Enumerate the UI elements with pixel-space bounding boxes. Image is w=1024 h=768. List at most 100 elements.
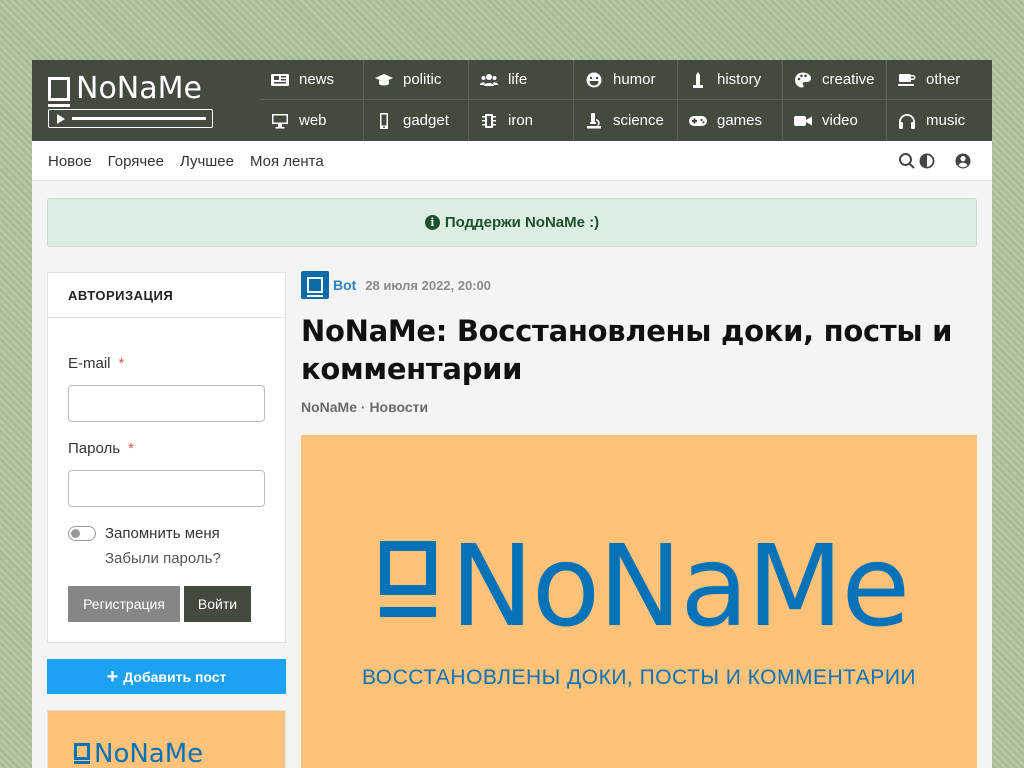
password-label: Пароль *	[68, 440, 134, 457]
banner-logo-word: NoNaMe	[94, 739, 204, 768]
graduation-cap-icon	[374, 71, 394, 89]
nav-item-label: humor	[613, 71, 656, 88]
post-title[interactable]: NoNaMe: Восстановлены доки, посты и комм…	[301, 312, 961, 388]
nav-item-web[interactable]: web	[260, 100, 364, 141]
remember-label: Запомнить меня	[105, 525, 220, 542]
monument-icon	[688, 71, 708, 89]
forgot-password-link[interactable]: Забыли пароль?	[105, 550, 221, 567]
add-post-button[interactable]: + Добавить пост	[47, 659, 286, 694]
feed-link-best[interactable]: Лучшее	[180, 153, 234, 170]
contrast-icon[interactable]	[918, 152, 936, 170]
nav-item-gadget[interactable]: gadget	[364, 100, 469, 141]
nav-item-label: iron	[508, 112, 534, 129]
nav-item-label: news	[299, 71, 335, 88]
nav-item-news[interactable]: news	[260, 60, 364, 100]
logo-box-icon	[307, 277, 323, 297]
post-author[interactable]: Bot	[333, 277, 356, 293]
coffee-icon	[897, 71, 917, 89]
nav-item-label: video	[822, 112, 858, 129]
nav-item-label: history	[717, 71, 762, 88]
logo-box-icon	[74, 743, 90, 764]
desktop-icon	[270, 112, 290, 130]
email-field[interactable]	[68, 385, 265, 422]
nav-item-science[interactable]: science	[574, 100, 678, 141]
register-button[interactable]: Регистрация	[68, 586, 180, 622]
auth-title: АВТОРИЗАЦИЯ	[48, 273, 285, 318]
nav-item-label: other	[926, 71, 961, 88]
login-button[interactable]: Войти	[184, 586, 251, 622]
required-mark: *	[128, 440, 134, 457]
support-notice[interactable]: i Поддержи NoNaMe :)	[47, 198, 977, 247]
add-post-label: Добавить пост	[123, 668, 227, 685]
nav-item-life[interactable]: life	[469, 60, 574, 100]
nav-item-label: creative	[822, 71, 875, 88]
nav-item-label: games	[717, 112, 763, 129]
nav-item-label: politic	[403, 71, 442, 88]
nav-item-label: music	[926, 112, 966, 129]
plus-icon: +	[106, 665, 119, 688]
feed-link-hot[interactable]: Горячее	[108, 153, 164, 170]
post-categories[interactable]: NoNaMe · Новости	[301, 399, 428, 415]
newspaper-icon	[270, 71, 290, 89]
nav-item-label: gadget	[403, 112, 449, 129]
remember-toggle[interactable]	[68, 526, 96, 541]
site-header: NoNaMe news politic life humor history c…	[32, 60, 992, 141]
video-camera-icon	[793, 112, 813, 130]
nav-item-humor[interactable]: humor	[574, 60, 678, 100]
feed-link-my-feed[interactable]: Моя лента	[250, 153, 324, 170]
nav-item-politic[interactable]: politic	[364, 60, 469, 100]
memory-icon	[479, 112, 499, 130]
headphones-icon	[897, 112, 917, 130]
notice-text: Поддержи NoNaMe :)	[444, 214, 600, 231]
palette-icon	[793, 71, 813, 89]
email-label: E-mail *	[68, 355, 124, 372]
nav-item-other[interactable]: other	[887, 60, 992, 100]
nav-item-video[interactable]: video	[783, 100, 887, 141]
password-field[interactable]	[68, 470, 265, 507]
progress-bar	[72, 117, 206, 120]
nav-item-games[interactable]: games	[678, 100, 783, 141]
avatar[interactable]	[301, 271, 329, 299]
logo-box-icon	[48, 77, 70, 107]
users-icon	[479, 71, 499, 89]
category-nav: news politic life humor history creative	[260, 60, 992, 141]
site-container: NoNaMe news politic life humor history c…	[32, 60, 992, 768]
auth-panel: АВТОРИЗАЦИЯ E-mail * Пароль * Запомнить ме…	[47, 272, 286, 643]
nav-item-creative[interactable]: creative	[783, 60, 887, 100]
email-label-text: E-mail	[68, 355, 111, 372]
post-image-logo-word: NoNaMe	[450, 522, 910, 652]
sub-navigation: Новое Горячее Лучшее Моя лента	[32, 141, 992, 181]
mobile-icon	[374, 112, 394, 130]
password-label-text: Пароль	[68, 440, 121, 457]
play-icon	[57, 114, 65, 124]
info-circle-icon: i	[424, 215, 440, 230]
feed-links: Новое Горячее Лучшее Моя лента	[48, 141, 340, 181]
gamepad-icon	[688, 112, 708, 130]
nav-item-label: web	[299, 112, 327, 129]
required-mark: *	[118, 355, 125, 372]
nav-item-label: life	[508, 71, 528, 88]
sidebar-banner[interactable]: NoNaMe	[47, 710, 286, 768]
post-meta: Bot 28 июля 2022, 20:00	[301, 271, 491, 299]
post-image-logo: NoNaMe	[380, 522, 910, 652]
laugh-icon	[584, 71, 604, 89]
search-icon[interactable]	[898, 152, 916, 170]
nav-item-label: science	[613, 112, 664, 129]
nav-item-history[interactable]: history	[678, 60, 783, 100]
post-date: 28 июля 2022, 20:00	[365, 277, 492, 293]
header-tools	[888, 141, 972, 181]
feed-link-new[interactable]: Новое	[48, 153, 92, 170]
microscope-icon	[584, 112, 604, 130]
post-image: NoNaMe ВОССТАНОВЛЕНЫ ДОКИ, ПОСТЫ И КОММЕ…	[301, 435, 977, 768]
logo-word: NoNaMe	[76, 71, 202, 106]
logo-player-icon	[48, 109, 213, 128]
nav-item-iron[interactable]: iron	[469, 100, 574, 141]
logo-text: NoNaMe	[48, 71, 202, 107]
logo-box-icon	[380, 541, 436, 617]
post-image-caption: ВОССТАНОВЛЕНЫ ДОКИ, ПОСТЫ И КОММЕНТАРИИ	[361, 666, 916, 689]
remember-me[interactable]: Запомнить меня	[68, 525, 220, 542]
banner-logo: NoNaMe	[74, 739, 204, 768]
user-icon[interactable]	[954, 152, 972, 170]
nav-item-music[interactable]: music	[887, 100, 992, 141]
site-logo[interactable]: NoNaMe	[48, 72, 213, 128]
